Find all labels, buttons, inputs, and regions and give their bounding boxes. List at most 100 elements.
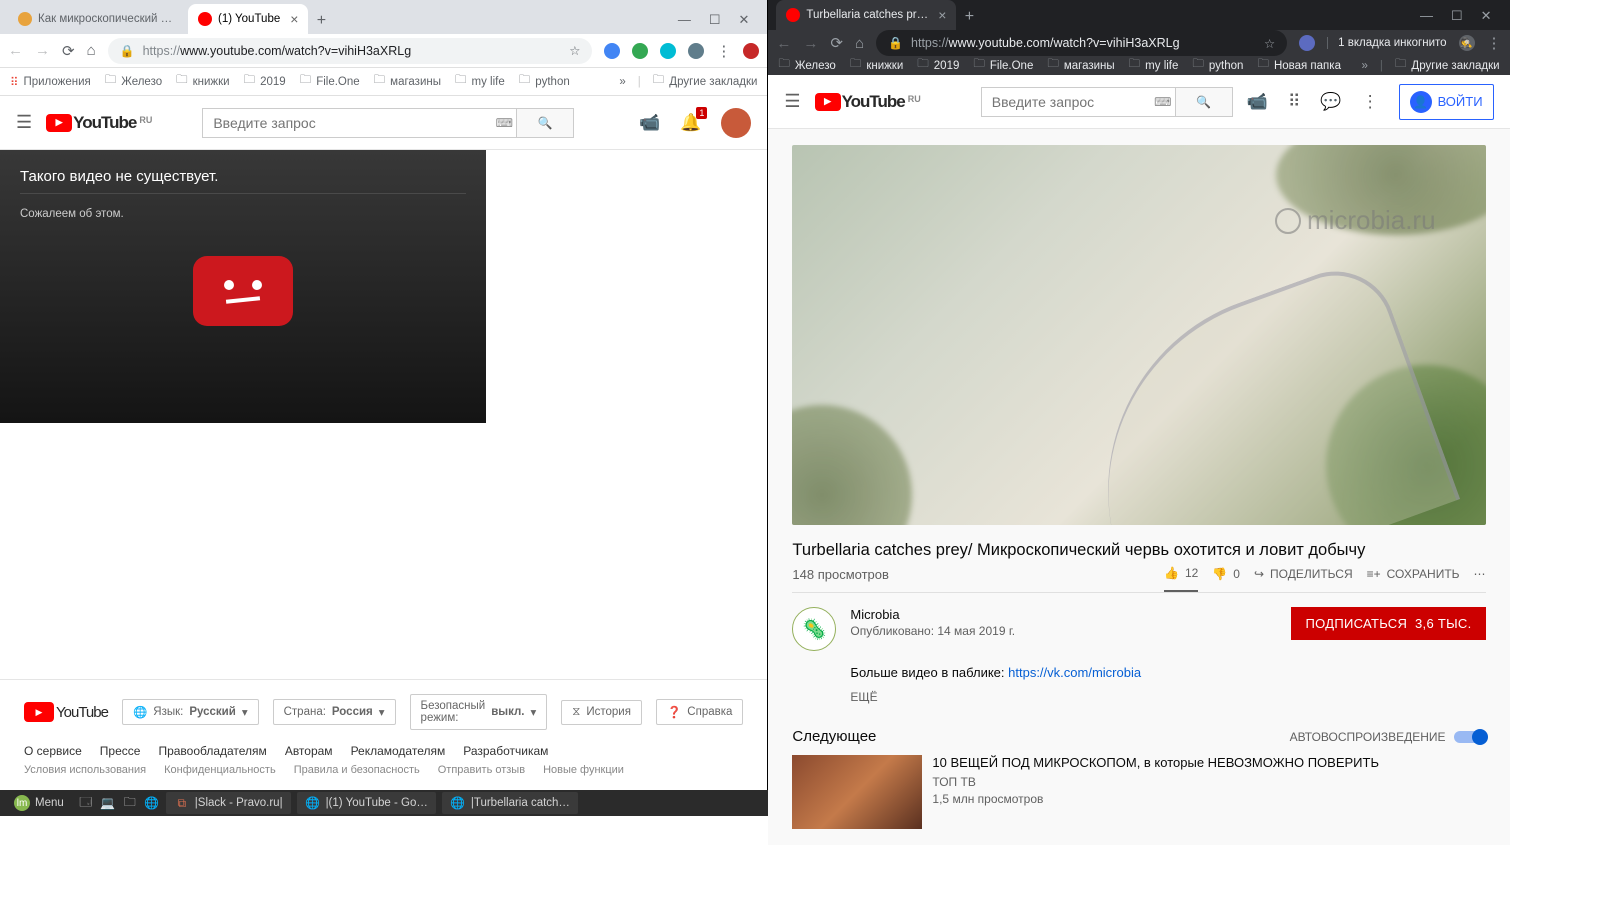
star-icon[interactable]: ☆ bbox=[1264, 36, 1275, 51]
maximize-icon[interactable]: ☐ bbox=[709, 12, 721, 28]
ext-icon[interactable] bbox=[604, 43, 620, 59]
youtube-logo[interactable]: ▶YouTube bbox=[24, 702, 108, 722]
footer-link[interactable]: Авторам bbox=[285, 744, 333, 758]
forward-icon[interactable]: → bbox=[803, 35, 818, 52]
browser-tab-active[interactable]: (1) YouTube × bbox=[188, 4, 308, 34]
channel-avatar[interactable]: 🦠 bbox=[792, 607, 836, 651]
share-button[interactable]: ↪ ПОДЕЛИТЬСЯ bbox=[1254, 567, 1353, 581]
bookmark-folder[interactable]: 🗀2019 bbox=[244, 72, 286, 91]
user-avatar[interactable] bbox=[721, 108, 751, 138]
bookmark-folder[interactable]: 🗀Железо bbox=[778, 56, 835, 75]
taskbar-app[interactable]: 🌐 |(1) YouTube - Go… bbox=[297, 792, 436, 814]
star-icon[interactable]: ☆ bbox=[569, 43, 580, 58]
ext-icon[interactable] bbox=[660, 43, 676, 59]
close-tab-icon[interactable]: × bbox=[290, 11, 298, 27]
create-icon[interactable]: 📹 bbox=[639, 113, 660, 133]
files-icon[interactable]: 🗀 bbox=[122, 795, 138, 811]
messages-icon[interactable]: 💬 bbox=[1320, 92, 1341, 112]
footer-link[interactable]: О сервисе bbox=[24, 744, 82, 758]
keyboard-icon[interactable]: ⌨ bbox=[1151, 87, 1175, 117]
save-button[interactable]: ≡+ СОХРАНИТЬ bbox=[1367, 567, 1460, 581]
forward-icon[interactable]: → bbox=[35, 42, 50, 59]
reload-icon[interactable]: ⟳ bbox=[62, 42, 75, 60]
search-input[interactable] bbox=[981, 87, 1151, 117]
description-link[interactable]: https://vk.com/microbia bbox=[1008, 665, 1141, 680]
home-icon[interactable]: ⌂ bbox=[855, 35, 864, 52]
bookmark-folder[interactable]: 🗀File.One bbox=[973, 56, 1033, 75]
safemode-button[interactable]: Безопасный режим: выкл. ▾ bbox=[410, 694, 548, 730]
autoplay-toggle[interactable] bbox=[1454, 731, 1486, 743]
bookmark-folder[interactable]: 🗀python bbox=[519, 72, 570, 91]
close-window-icon[interactable]: ✕ bbox=[1481, 8, 1492, 24]
incognito-icon[interactable]: 🕵 bbox=[1459, 35, 1475, 51]
bookmark-folder[interactable]: 🗀my life bbox=[455, 72, 505, 91]
bookmark-folder[interactable]: 🗀магазины bbox=[1047, 56, 1114, 75]
apps-icon[interactable]: ⠿ bbox=[1288, 92, 1300, 112]
create-icon[interactable]: 📹 bbox=[1247, 92, 1268, 112]
profile-icon[interactable] bbox=[743, 43, 759, 59]
apps-button[interactable]: ⠿Приложения bbox=[10, 75, 91, 89]
maximize-icon[interactable]: ☐ bbox=[1451, 8, 1463, 24]
keyboard-icon[interactable]: ⌨ bbox=[492, 108, 516, 138]
menu-icon[interactable]: ☰ bbox=[16, 112, 32, 133]
language-button[interactable]: 🌐 Язык: Русский ▾ bbox=[122, 699, 259, 725]
bookmark-folder[interactable]: 🗀Железо bbox=[105, 72, 162, 91]
bookmark-folder[interactable]: 🗀магазины bbox=[374, 72, 441, 91]
country-button[interactable]: Страна: Россия ▾ bbox=[273, 699, 396, 725]
ext-icon[interactable] bbox=[688, 43, 704, 59]
footer-link[interactable]: Разработчикам bbox=[463, 744, 548, 758]
bookmark-folder[interactable]: 🗀Новая папка bbox=[1257, 56, 1341, 75]
more-bookmarks[interactable]: » bbox=[619, 76, 625, 88]
history-button[interactable]: ⧖ История bbox=[561, 700, 642, 725]
like-button[interactable]: 👍 12 bbox=[1164, 566, 1198, 592]
more-bookmarks[interactable]: » bbox=[1362, 60, 1368, 72]
search-input[interactable] bbox=[202, 108, 492, 138]
footer-link[interactable]: Условия использования bbox=[24, 764, 146, 776]
channel-name[interactable]: Microbia bbox=[850, 607, 1277, 622]
video-player[interactable]: microbia.ru bbox=[792, 145, 1485, 525]
youtube-logo[interactable]: ▶ YouTube RU bbox=[815, 92, 921, 112]
more-icon[interactable]: ⋮ bbox=[716, 42, 731, 60]
show-desktop-icon[interactable]: 🗔 bbox=[78, 795, 94, 811]
recommendation-item[interactable]: 10 ВЕЩЕЙ ПОД МИКРОСКОПОМ, в которые НЕВО… bbox=[792, 755, 1485, 829]
ext-icon[interactable] bbox=[632, 43, 648, 59]
browser-tab-active[interactable]: Turbellaria catches prey/ Микр × bbox=[776, 0, 956, 30]
browser-tab[interactable]: Как микроскопический черв bbox=[8, 4, 188, 34]
bookmark-folder[interactable]: 🗀книжки bbox=[176, 72, 229, 91]
new-tab-button[interactable]: + bbox=[956, 4, 982, 30]
new-tab-button[interactable]: + bbox=[308, 8, 334, 34]
other-bookmarks[interactable]: 🗀Другие закладки bbox=[653, 72, 758, 91]
reload-icon[interactable]: ⟳ bbox=[830, 34, 843, 52]
home-icon[interactable]: ⌂ bbox=[87, 42, 96, 59]
bookmark-folder[interactable]: 🗀my life bbox=[1129, 56, 1179, 75]
more-actions[interactable]: ⋯ bbox=[1474, 567, 1486, 581]
bookmark-folder[interactable]: 🗀2019 bbox=[917, 56, 959, 75]
minimize-icon[interactable]: — bbox=[678, 12, 691, 28]
footer-link[interactable]: Конфиденциальность bbox=[164, 764, 276, 776]
close-window-icon[interactable]: ✕ bbox=[739, 12, 750, 28]
footer-link[interactable]: Рекламодателям bbox=[351, 744, 446, 758]
subscribe-button[interactable]: ПОДПИСАТЬСЯ 3,6 ТЫС. bbox=[1291, 607, 1485, 640]
footer-link[interactable]: Прессе bbox=[100, 744, 141, 758]
signin-button[interactable]: 👤 ВОЙТИ bbox=[1399, 84, 1494, 120]
settings-icon[interactable]: ⋮ bbox=[1362, 92, 1379, 112]
search-button[interactable]: 🔍 bbox=[1175, 87, 1233, 117]
notifications-icon[interactable]: 🔔1 bbox=[680, 113, 701, 133]
back-icon[interactable]: ← bbox=[8, 42, 23, 59]
youtube-logo[interactable]: ▶ YouTube RU bbox=[46, 113, 152, 133]
close-tab-icon[interactable]: × bbox=[938, 7, 946, 23]
taskbar-app[interactable]: 🌐 |Turbellaria catch… bbox=[442, 792, 578, 814]
start-menu[interactable]: lm Menu bbox=[6, 792, 72, 814]
other-bookmarks[interactable]: 🗀Другие закладки bbox=[1395, 56, 1500, 75]
footer-link[interactable]: Правила и безопасность bbox=[294, 764, 420, 776]
bookmark-folder[interactable]: 🗀python bbox=[1192, 56, 1243, 75]
taskbar-app[interactable]: ⧉ |Slack - Pravo.ru| bbox=[166, 792, 291, 814]
more-icon[interactable]: ⋮ bbox=[1487, 34, 1502, 52]
dislike-button[interactable]: 👎 0 bbox=[1212, 567, 1240, 581]
footer-link[interactable]: Отправить отзыв bbox=[438, 764, 525, 776]
url-field[interactable]: 🔒 https://www.youtube.com/watch?v=vihiH3… bbox=[876, 30, 1287, 56]
footer-link[interactable]: Новые функции bbox=[543, 764, 624, 776]
url-field[interactable]: 🔒 https://www.youtube.com/watch?v=vihiH3… bbox=[108, 38, 593, 64]
ext-icon[interactable] bbox=[1299, 35, 1315, 51]
minimize-icon[interactable]: — bbox=[1420, 8, 1433, 24]
